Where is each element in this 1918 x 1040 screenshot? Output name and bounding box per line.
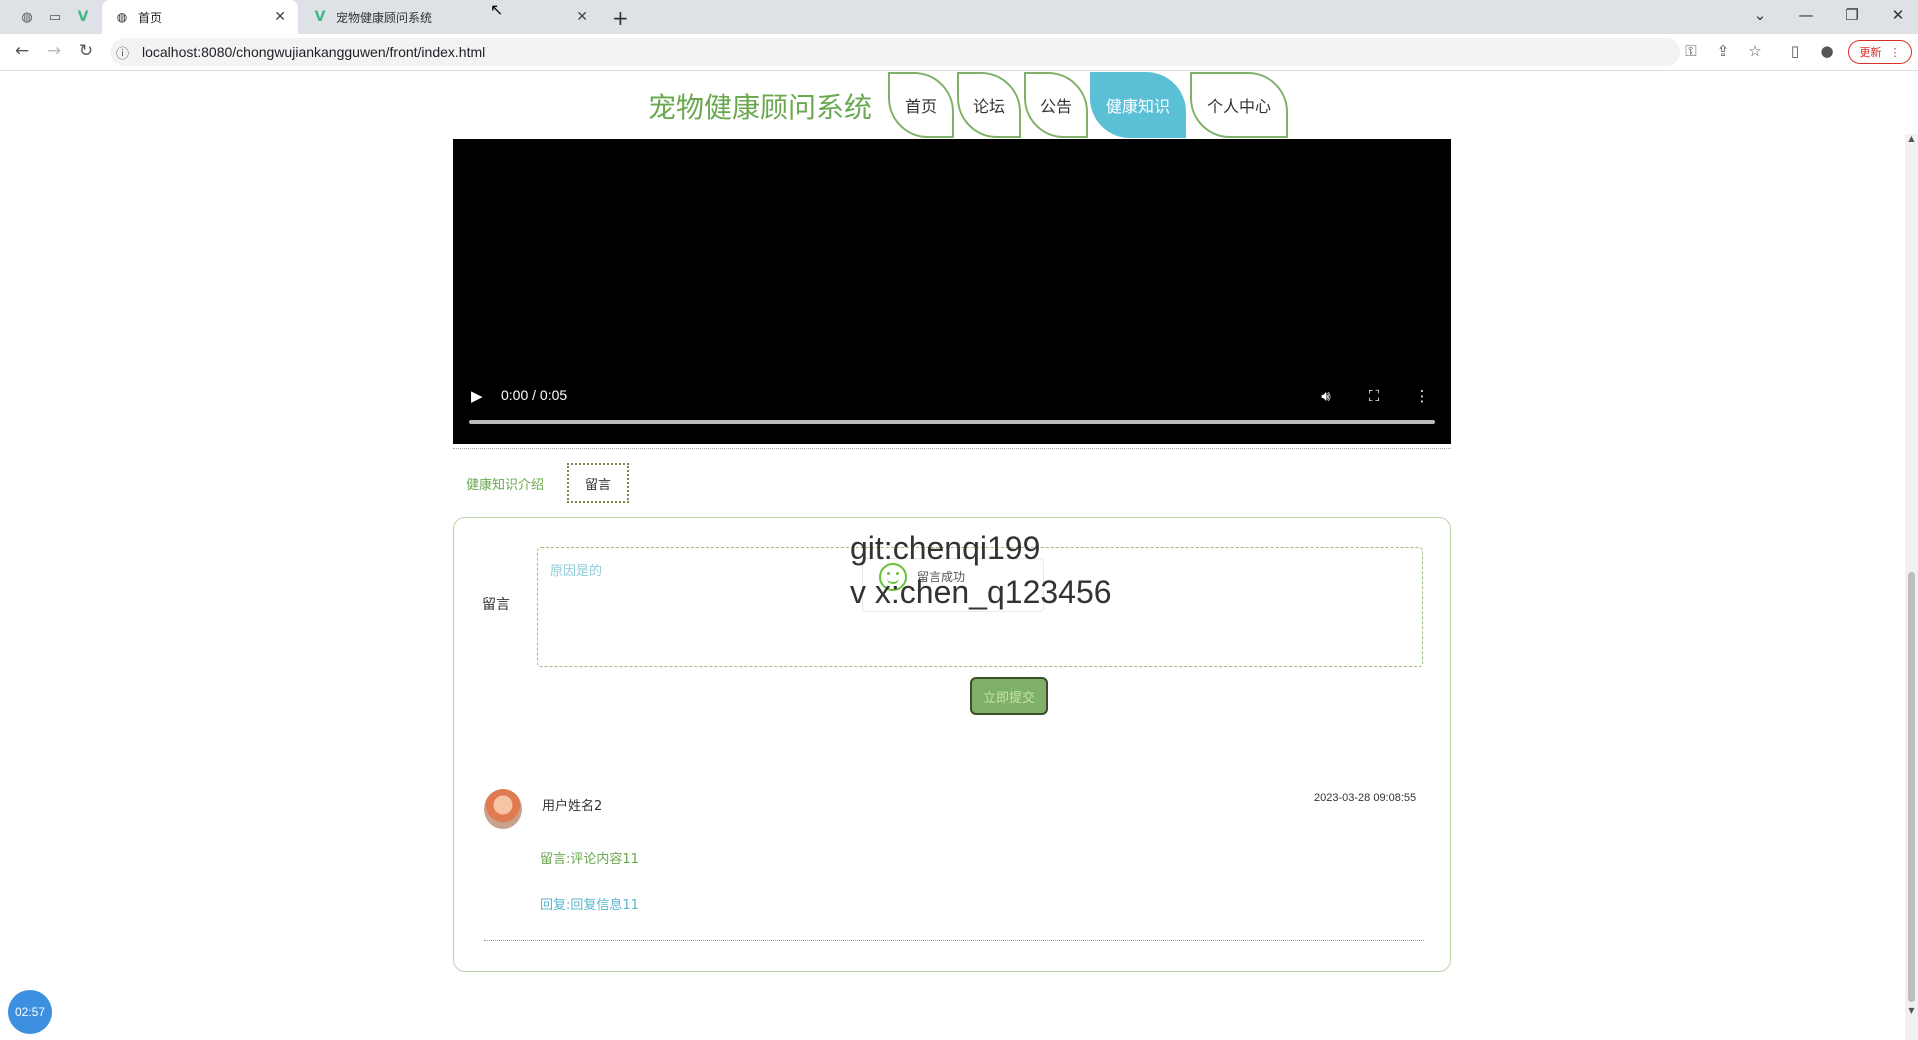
nav-notice[interactable]: 公告 [1024, 72, 1088, 138]
tab-title: 首页 [138, 10, 163, 25]
scroll-up-arrow-icon[interactable]: ▲ [1905, 134, 1918, 147]
comment-reply: 回复:回复信息11 [540, 898, 639, 913]
comment-field-label: 留言 [482, 597, 510, 613]
scrollbar-thumb[interactable] [1908, 572, 1915, 1002]
scroll-down-arrow-icon[interactable]: ▼ [1905, 1006, 1918, 1019]
new-tab-button[interactable]: + [612, 6, 629, 30]
profile-icon[interactable]: ● [1816, 42, 1838, 60]
fullscreen-icon[interactable]: ⛶ [1363, 387, 1385, 405]
site-title: 宠物健康顾问系统 [648, 91, 873, 124]
back-icon[interactable]: ← [10, 41, 34, 61]
key-icon[interactable]: ⚿ [1680, 42, 1702, 60]
pinned-tab-blank-icon[interactable]: ▭ [42, 5, 68, 29]
timer-badge[interactable]: 02:57 [8, 990, 52, 1034]
browser-tab-bar: ◍ ▭ V ◍ 首页 ✕ V 宠物健康顾问系统 ✕ + ⌄ — ❐ ✕ [0, 0, 1918, 34]
update-label: 更新 [1859, 46, 1882, 59]
bookmark-star-icon[interactable]: ☆ [1744, 42, 1766, 60]
volume-icon[interactable]: 🔊︎ [1315, 387, 1337, 405]
tab-title: 宠物健康顾问系统 [336, 10, 433, 25]
video-progress-bar[interactable] [469, 420, 1435, 424]
restore-button[interactable]: ❐ [1840, 6, 1864, 24]
share-icon[interactable]: ⇪ [1712, 42, 1734, 60]
divider [453, 448, 1451, 449]
vue-logo-icon: V [314, 9, 326, 25]
nav-personal-center[interactable]: 个人中心 [1190, 72, 1288, 138]
site-info-icon[interactable]: ⓘ [116, 43, 129, 62]
pinned-tab-globe-icon[interactable]: ◍ [14, 5, 40, 29]
close-window-button[interactable]: ✕ [1886, 6, 1910, 24]
nav-home[interactable]: 首页 [888, 72, 954, 138]
video-player[interactable]: ▶ 0:00 / 0:05 🔊︎ ⛶ ⋮ [453, 139, 1451, 444]
mouse-cursor-icon: ↖ [490, 0, 504, 19]
play-icon[interactable]: ▶ [471, 387, 483, 405]
comment-divider [484, 940, 1424, 941]
comment-content: 留言:评论内容11 [540, 852, 639, 867]
nav-health-knowledge[interactable]: 健康知识 [1090, 72, 1186, 138]
tab-comment[interactable]: 留言 [567, 463, 629, 503]
scrollbar[interactable]: ▲ ▼ [1905, 134, 1918, 1040]
pinned-tab-vue-icon[interactable]: V [70, 5, 96, 29]
tab-search-icon[interactable]: ⌄ [1748, 6, 1772, 24]
more-icon: ⋮ [1889, 45, 1901, 59]
comment-username: 用户姓名2 [542, 799, 603, 814]
minimize-button[interactable]: — [1794, 6, 1818, 24]
tab-intro[interactable]: 健康知识介绍 [466, 463, 544, 503]
url-text[interactable]: localhost:8080/chongwujiankangguwen/fron… [142, 44, 485, 60]
nav-forum[interactable]: 论坛 [957, 72, 1021, 138]
forward-icon[interactable]: → [42, 41, 66, 61]
update-button[interactable]: 更新 ⋮ [1848, 40, 1912, 64]
submit-button[interactable]: 立即提交 [970, 677, 1048, 715]
side-panel-icon[interactable]: ▯ [1784, 42, 1806, 60]
address-bar[interactable]: ⓘ localhost:8080/chongwujiankangguwen/fr… [110, 38, 1680, 66]
watermark-line-1: git:chenqi199 [850, 530, 1041, 566]
watermark-line-2: v x:chen_q123456 [850, 574, 1112, 610]
globe-icon: ◍ [116, 10, 128, 24]
reload-icon[interactable]: ↻ [74, 41, 98, 61]
browser-tab-home[interactable]: ◍ 首页 ✕ [102, 0, 298, 34]
avatar [484, 789, 522, 829]
video-time: 0:00 / 0:05 [501, 387, 568, 403]
close-icon[interactable]: ✕ [274, 9, 286, 25]
more-options-icon[interactable]: ⋮ [1411, 387, 1433, 405]
browser-toolbar: ← → ↻ ⓘ localhost:8080/chongwujiankanggu… [0, 34, 1918, 71]
browser-tab-system[interactable]: V 宠物健康顾问系统 ✕ [300, 0, 600, 34]
comment-timestamp: 2023-03-28 09:08:55 [1314, 792, 1417, 804]
close-icon[interactable]: ✕ [576, 9, 588, 25]
